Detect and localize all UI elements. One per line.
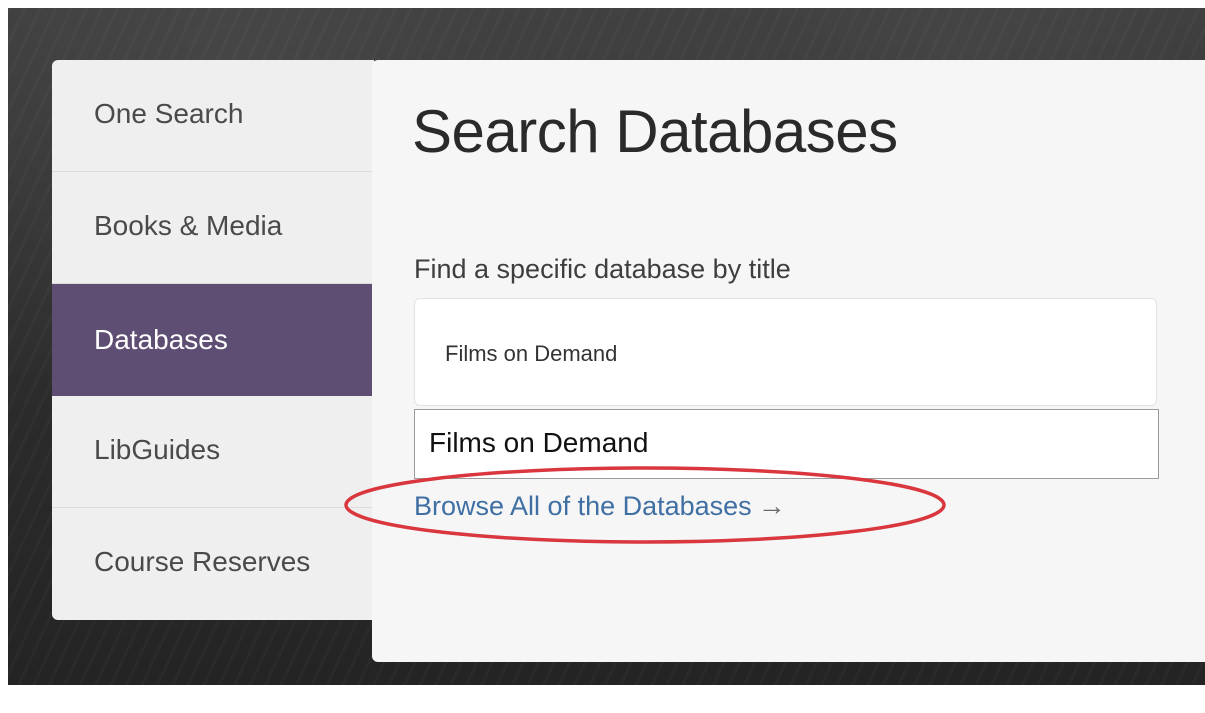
tab-label: Databases: [94, 324, 228, 355]
browse-link-label: Browse All of the Databases: [414, 491, 752, 521]
tab-course-reserves[interactable]: Course Reserves: [52, 508, 374, 620]
page-title: Search Databases: [412, 98, 898, 165]
browse-all-databases-link[interactable]: Browse All of the Databases →: [414, 490, 786, 522]
search-field-label: Find a specific database by title: [414, 254, 791, 284]
arrow-right-icon: →: [757, 490, 786, 521]
tab-libguides[interactable]: LibGuides: [52, 396, 374, 508]
input-value: Films on Demand: [445, 341, 618, 366]
autocomplete-suggestion[interactable]: Films on Demand: [414, 409, 1159, 479]
search-tabs-sidebar: One Search Books & Media Databases LibGu…: [52, 60, 374, 620]
tab-label: One Search: [94, 98, 244, 129]
tab-one-search[interactable]: One Search: [52, 60, 374, 172]
tab-books-media[interactable]: Books & Media: [52, 172, 374, 284]
tab-label: LibGuides: [94, 434, 221, 465]
database-search-input[interactable]: Films on Demand: [414, 298, 1157, 406]
tab-label: Course Reserves: [94, 546, 311, 577]
tab-label: Books & Media: [94, 210, 283, 241]
tab-databases[interactable]: Databases: [52, 284, 374, 396]
